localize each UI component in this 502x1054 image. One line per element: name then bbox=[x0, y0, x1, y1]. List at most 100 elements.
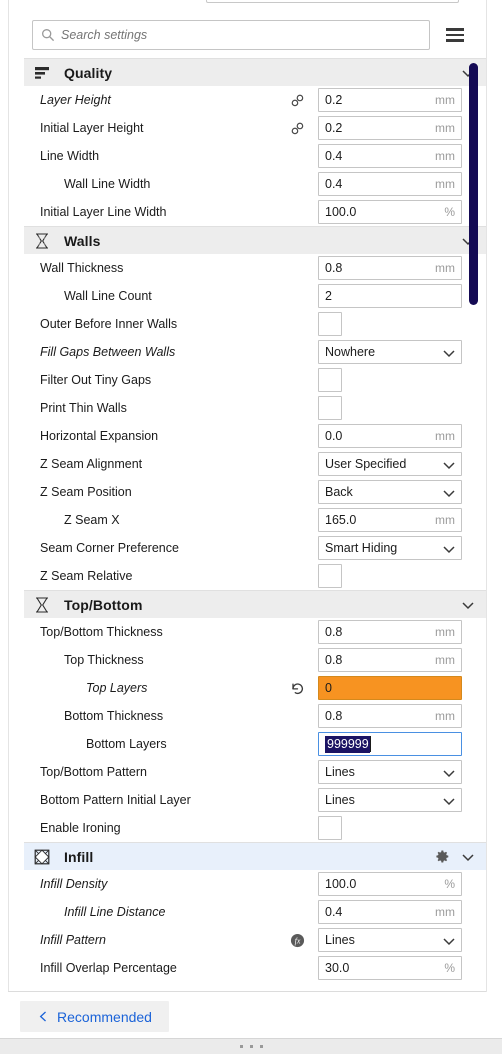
setting-checkbox[interactable] bbox=[318, 564, 342, 588]
setting-value: Lines bbox=[325, 933, 355, 947]
clipped-field-above bbox=[206, 0, 459, 3]
setting-row[interactable]: Infill Pattern fx Lines bbox=[24, 926, 486, 954]
chevron-left-icon bbox=[37, 1010, 50, 1023]
setting-label: Wall Line Width bbox=[64, 177, 151, 191]
setting-row[interactable]: Wall Thickness 0.8 mm bbox=[24, 254, 486, 282]
setting-dropdown[interactable]: Lines bbox=[318, 788, 462, 812]
setting-value-input[interactable]: 0.4 mm bbox=[318, 172, 462, 196]
setting-value-input[interactable]: 0.2 mm bbox=[318, 88, 462, 112]
setting-checkbox[interactable] bbox=[318, 816, 342, 840]
setting-unit: mm bbox=[435, 177, 455, 191]
setting-value-input[interactable]: 0.8 mm bbox=[318, 256, 462, 280]
setting-value-input[interactable]: 165.0 mm bbox=[318, 508, 462, 532]
setting-value-input[interactable]: 0.8 mm bbox=[318, 704, 462, 728]
setting-row[interactable]: Bottom Layers 999999 bbox=[24, 730, 486, 758]
setting-row[interactable]: Z Seam Position Back bbox=[24, 478, 486, 506]
setting-row[interactable]: Layer Height 0.2 mm bbox=[24, 86, 486, 114]
top-bottom-icon bbox=[32, 595, 52, 615]
setting-value-input[interactable]: 0 bbox=[318, 676, 462, 700]
search-input[interactable] bbox=[61, 27, 421, 43]
setting-label: Infill Line Distance bbox=[64, 905, 166, 919]
setting-value-input[interactable]: 0.2 mm bbox=[318, 116, 462, 140]
setting-dropdown[interactable]: Back bbox=[318, 480, 462, 504]
setting-row[interactable]: Top Layers 0 bbox=[24, 674, 486, 702]
setting-row[interactable]: Wall Line Count 2 bbox=[24, 282, 486, 310]
setting-value-input[interactable]: 100.0% bbox=[318, 872, 462, 896]
setting-checkbox[interactable] bbox=[318, 312, 342, 336]
setting-checkbox[interactable] bbox=[318, 368, 342, 392]
category-title: Quality bbox=[64, 64, 113, 81]
setting-row[interactable]: Z Seam Alignment User Specified bbox=[24, 450, 486, 478]
setting-value-input[interactable]: 0.8 mm bbox=[318, 648, 462, 672]
setting-row-clipped[interactable] bbox=[24, 982, 486, 983]
setting-value-input[interactable]: 2 bbox=[318, 284, 462, 308]
setting-dropdown[interactable]: Smart Hiding bbox=[318, 536, 462, 560]
settings-visibility-menu-icon[interactable] bbox=[442, 23, 468, 47]
setting-row[interactable]: Infill Line Distance 0.4 mm bbox=[24, 898, 486, 926]
setting-label: Bottom Layers bbox=[86, 737, 167, 751]
setting-unit: mm bbox=[435, 625, 455, 639]
vertical-scrollbar[interactable] bbox=[469, 63, 478, 305]
setting-row[interactable]: Wall Line Width 0.4 mm bbox=[24, 170, 486, 198]
setting-row[interactable]: Initial Layer Height 0.2 mm bbox=[24, 114, 486, 142]
setting-label: Z Seam Relative bbox=[40, 569, 133, 583]
gear-icon[interactable] bbox=[433, 848, 450, 865]
setting-row[interactable]: Infill Overlap Percentage 30.0% bbox=[24, 954, 486, 982]
panel-left-edge bbox=[8, 0, 9, 992]
revert-icon[interactable] bbox=[288, 679, 306, 697]
setting-row[interactable]: Bottom Thickness 0.8 mm bbox=[24, 702, 486, 730]
setting-unit: mm bbox=[435, 653, 455, 667]
setting-row[interactable]: Outer Before Inner Walls bbox=[24, 310, 486, 338]
panel-resize-handle[interactable] bbox=[0, 1038, 502, 1054]
search-settings-box[interactable] bbox=[32, 20, 430, 50]
footer-divider bbox=[8, 991, 486, 992]
setting-row[interactable]: Top/Bottom Pattern Lines bbox=[24, 758, 486, 786]
setting-value-input[interactable]: 999999 bbox=[318, 732, 462, 756]
category-header-top-bottom[interactable]: Top/Bottom bbox=[24, 590, 486, 618]
setting-row[interactable]: Bottom Pattern Initial Layer Lines bbox=[24, 786, 486, 814]
setting-dropdown[interactable]: Lines bbox=[318, 760, 462, 784]
recommended-mode-button[interactable]: Recommended bbox=[20, 1001, 169, 1032]
setting-value: Smart Hiding bbox=[325, 541, 398, 555]
setting-label: Top Layers bbox=[86, 681, 148, 695]
setting-value-input[interactable]: 30.0% bbox=[318, 956, 462, 980]
setting-row[interactable]: Print Thin Walls bbox=[24, 394, 486, 422]
category-header-quality[interactable]: Quality bbox=[24, 58, 486, 86]
setting-value-input[interactable]: 100.0% bbox=[318, 200, 462, 224]
setting-row[interactable]: Seam Corner Preference Smart Hiding bbox=[24, 534, 486, 562]
category-header-infill[interactable]: Infill bbox=[24, 842, 486, 870]
infill-icon bbox=[32, 847, 52, 867]
setting-value-input[interactable]: 0.0 mm bbox=[318, 424, 462, 448]
setting-row[interactable]: Z Seam X 165.0 mm bbox=[24, 506, 486, 534]
setting-value-input[interactable]: 0.4 mm bbox=[318, 900, 462, 924]
setting-dropdown[interactable]: User Specified bbox=[318, 452, 462, 476]
setting-row[interactable]: Top Thickness 0.8 mm bbox=[24, 646, 486, 674]
setting-row[interactable]: Initial Layer Line Width 100.0% bbox=[24, 198, 486, 226]
setting-row[interactable]: Z Seam Relative bbox=[24, 562, 486, 590]
search-icon bbox=[41, 28, 55, 42]
setting-dropdown[interactable]: Nowhere bbox=[318, 340, 462, 364]
setting-row[interactable]: Infill Density 100.0% bbox=[24, 870, 486, 898]
setting-label: Wall Thickness bbox=[40, 261, 124, 275]
setting-value-input[interactable]: 0.4 mm bbox=[318, 144, 462, 168]
link-icon[interactable] bbox=[288, 91, 306, 109]
setting-label: Top Thickness bbox=[64, 653, 144, 667]
setting-row[interactable]: Top/Bottom Thickness 0.8 mm bbox=[24, 618, 486, 646]
category-title: Walls bbox=[64, 232, 101, 249]
fx-icon[interactable]: fx bbox=[288, 931, 306, 949]
walls-icon bbox=[32, 231, 52, 251]
link-icon[interactable] bbox=[288, 119, 306, 137]
category-header-walls[interactable]: Walls bbox=[24, 226, 486, 254]
setting-checkbox[interactable] bbox=[318, 396, 342, 420]
setting-row[interactable]: Enable Ironing bbox=[24, 814, 486, 842]
setting-row[interactable]: Line Width 0.4 mm bbox=[24, 142, 486, 170]
setting-unit: mm bbox=[435, 513, 455, 527]
setting-row[interactable]: Horizontal Expansion 0.0 mm bbox=[24, 422, 486, 450]
setting-unit: mm bbox=[435, 709, 455, 723]
setting-row[interactable]: Fill Gaps Between Walls Nowhere bbox=[24, 338, 486, 366]
setting-row[interactable]: Filter Out Tiny Gaps bbox=[24, 366, 486, 394]
setting-value-input[interactable]: 0.8 mm bbox=[318, 620, 462, 644]
chevron-down-icon bbox=[441, 457, 455, 471]
setting-value: 0.4 bbox=[325, 905, 343, 919]
setting-dropdown[interactable]: Lines bbox=[318, 928, 462, 952]
